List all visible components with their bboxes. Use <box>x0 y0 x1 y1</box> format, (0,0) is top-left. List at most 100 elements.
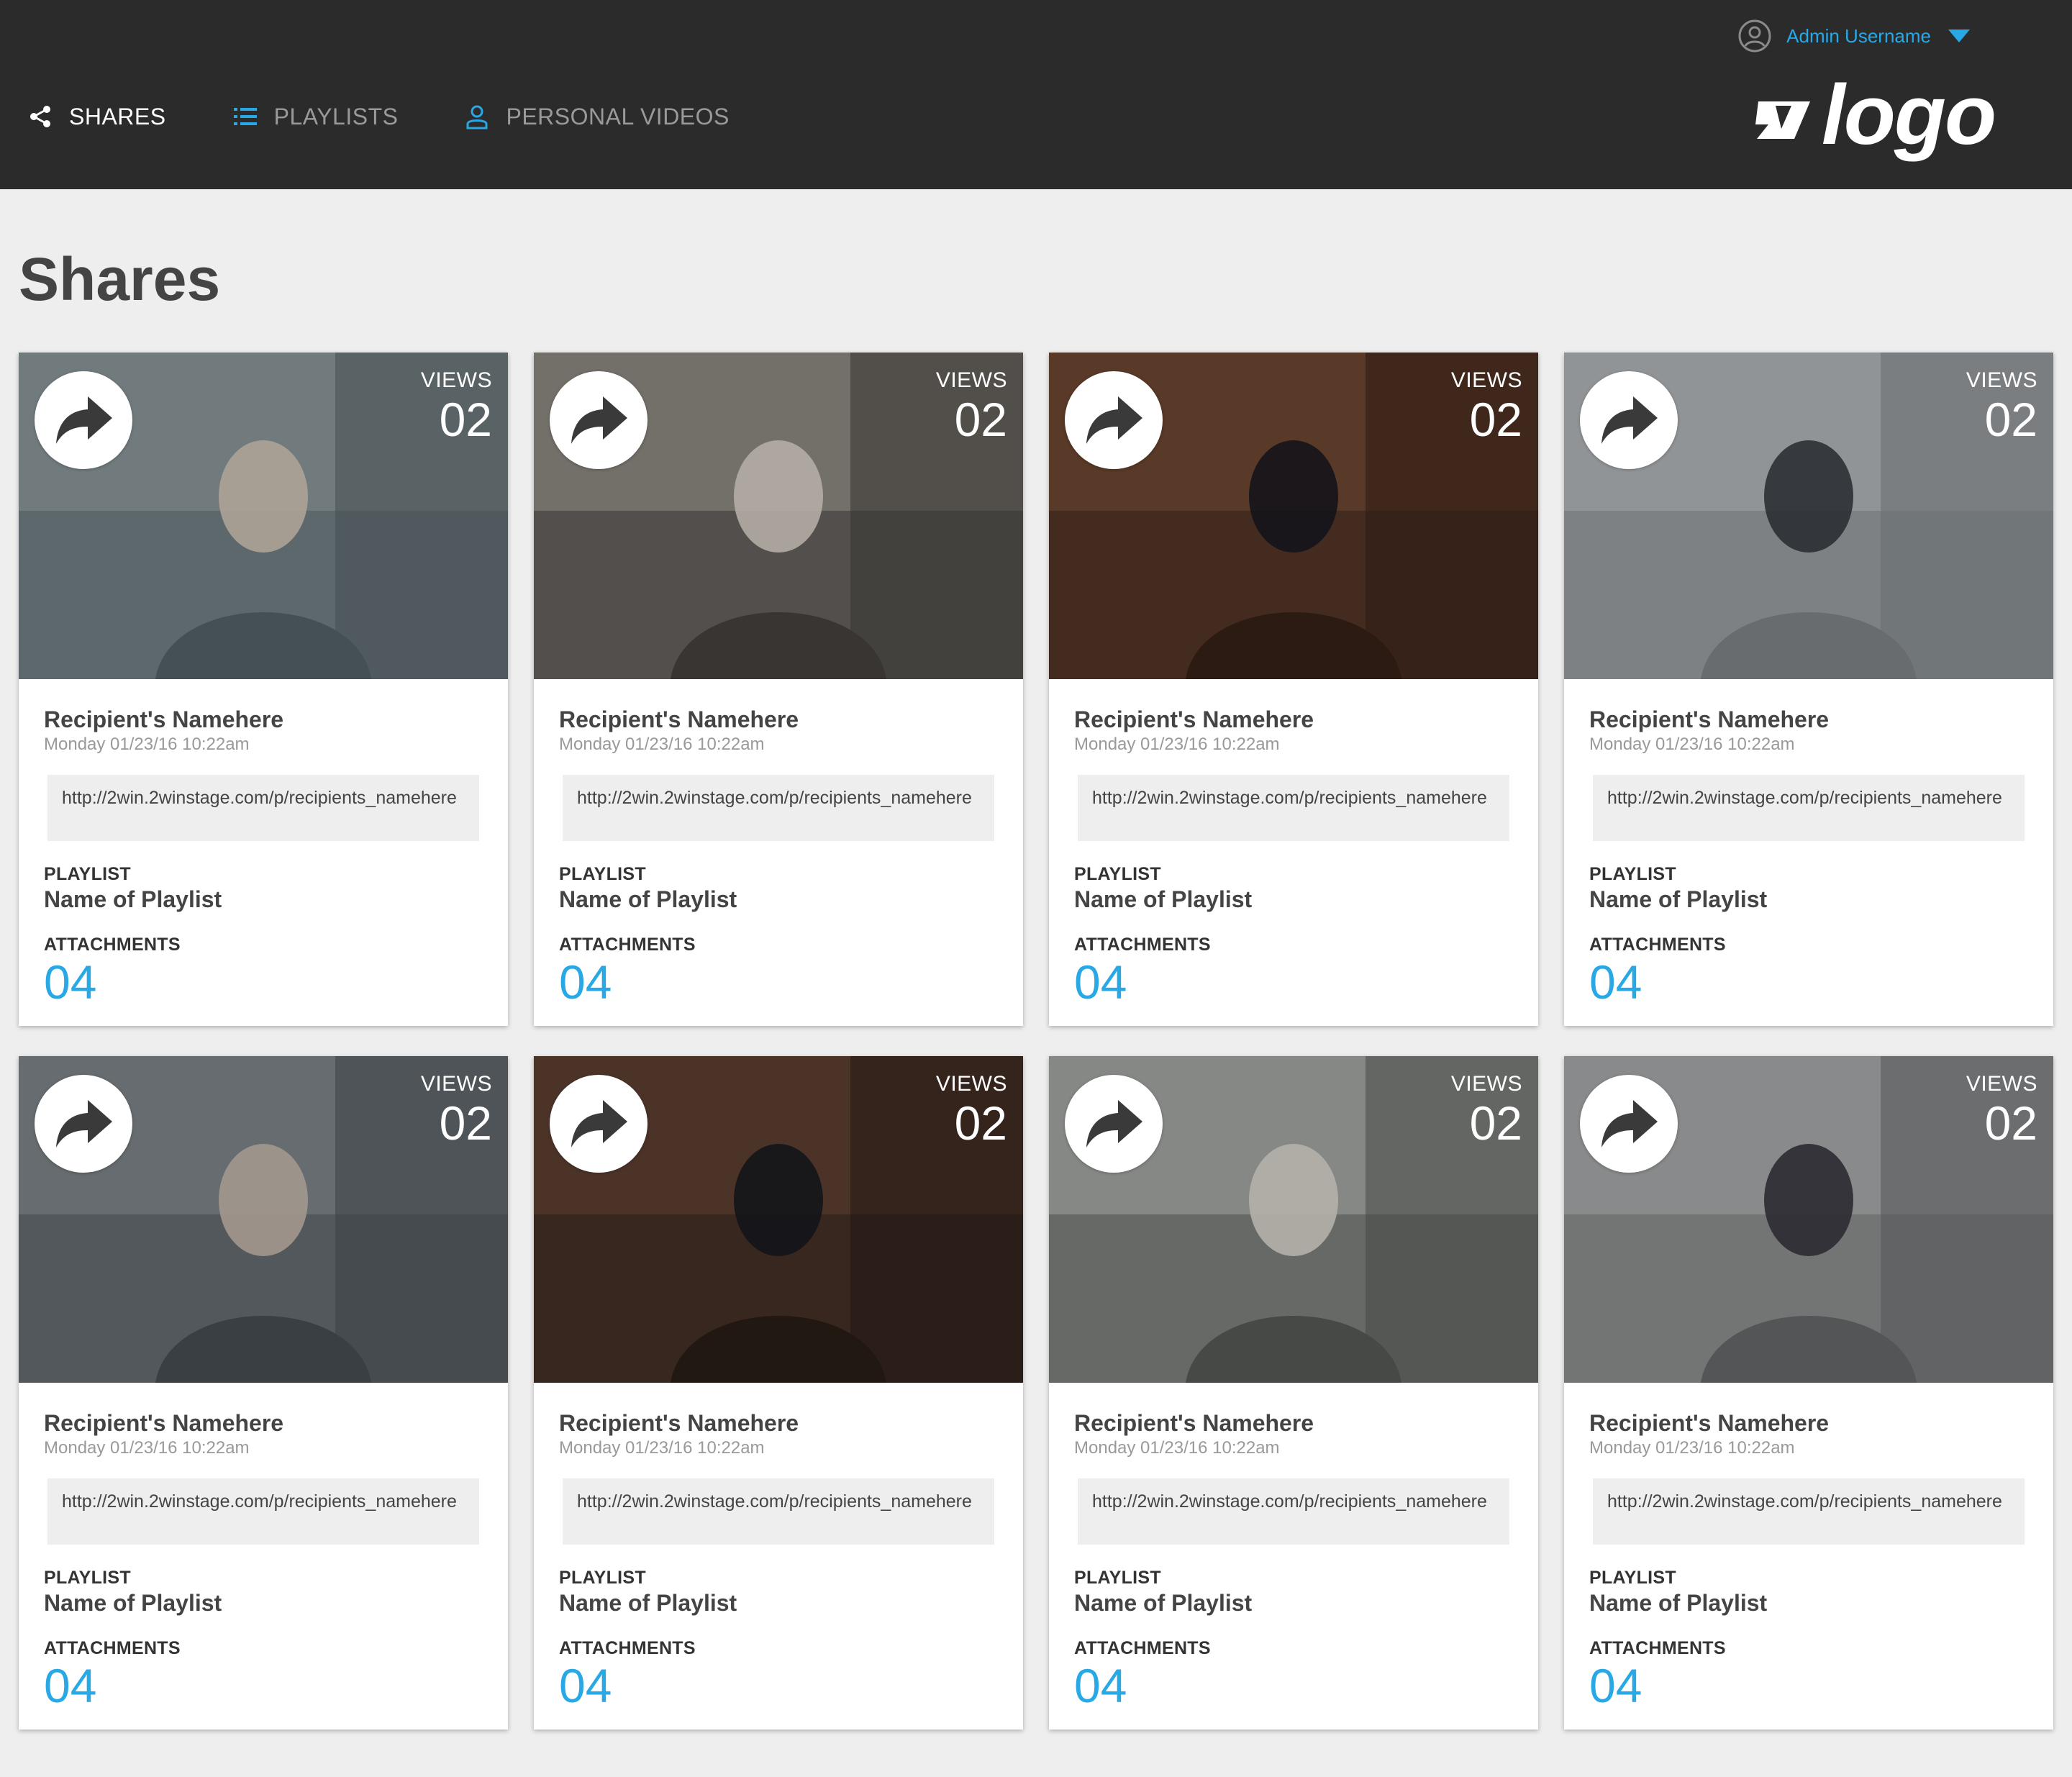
attachments-count[interactable]: 04 <box>1074 1662 1513 1709</box>
views-counter: VIEWS 02 <box>1451 1072 1522 1147</box>
attachments-count[interactable]: 04 <box>44 1662 483 1709</box>
playlist-name[interactable]: Name of Playlist <box>1589 1590 2028 1617</box>
share-button[interactable] <box>1580 1075 1678 1173</box>
share-link[interactable]: http://2win.2winstage.com/p/recipients_n… <box>47 1478 479 1545</box>
username-label[interactable]: Admin Username <box>1786 25 1931 47</box>
share-card-8[interactable]: VIEWS 02 Recipient's Namehere Monday 01/… <box>1564 1056 2053 1730</box>
share-button[interactable] <box>550 1075 648 1173</box>
share-link[interactable]: http://2win.2winstage.com/p/recipients_n… <box>1593 775 2025 841</box>
share-button[interactable] <box>550 371 648 469</box>
views-label: VIEWS <box>420 368 492 392</box>
share-card-2[interactable]: VIEWS 02 Recipient's Namehere Monday 01/… <box>534 353 1023 1026</box>
chevron-down-icon[interactable] <box>1948 29 1970 42</box>
share-card-1[interactable]: VIEWS 02 Recipient's Namehere Monday 01/… <box>19 353 508 1026</box>
user-menu[interactable]: Admin Username <box>1737 17 1970 55</box>
video-thumbnail[interactable]: VIEWS 02 <box>1049 353 1538 679</box>
attachments-count[interactable]: 04 <box>559 1662 998 1709</box>
person-icon <box>466 105 488 129</box>
playlist-name[interactable]: Name of Playlist <box>44 1590 483 1617</box>
share-arrow-icon <box>56 1100 112 1147</box>
logo-text: logo <box>1822 68 1996 163</box>
user-circle-icon <box>1738 19 1771 53</box>
views-count: 02 <box>1984 393 2037 446</box>
playlist-name[interactable]: Name of Playlist <box>1589 886 2028 913</box>
share-link[interactable]: http://2win.2winstage.com/p/recipients_n… <box>1593 1478 2025 1545</box>
shares-grid: VIEWS 02 Recipient's Namehere Monday 01/… <box>19 353 2053 1730</box>
views-count: 02 <box>1469 1096 1522 1150</box>
playlist-label: PLAYLIST <box>1589 864 1676 884</box>
share-date: Monday 01/23/16 10:22am <box>559 735 765 754</box>
share-card-7[interactable]: VIEWS 02 Recipient's Namehere Monday 01/… <box>1049 1056 1538 1730</box>
share-arrow-icon <box>571 396 627 444</box>
share-button[interactable] <box>35 1075 132 1173</box>
views-count: 02 <box>439 393 492 446</box>
share-arrow-icon <box>1086 1100 1142 1147</box>
share-card-5[interactable]: VIEWS 02 Recipient's Namehere Monday 01/… <box>19 1056 508 1730</box>
video-thumbnail[interactable]: VIEWS 02 <box>1564 1056 2053 1383</box>
views-count: 02 <box>954 1096 1007 1150</box>
share-arrow-icon <box>1086 396 1142 444</box>
share-button[interactable] <box>1065 1075 1163 1173</box>
share-link[interactable]: http://2win.2winstage.com/p/recipients_n… <box>563 775 994 841</box>
share-date: Monday 01/23/16 10:22am <box>559 1438 765 1458</box>
video-thumbnail[interactable]: VIEWS 02 <box>534 1056 1023 1383</box>
video-thumbnail[interactable]: VIEWS 02 <box>1049 1056 1538 1383</box>
views-label: VIEWS <box>420 1072 492 1096</box>
attachments-count[interactable]: 04 <box>1589 958 2028 1006</box>
share-arrow-icon <box>1601 396 1658 444</box>
share-date: Monday 01/23/16 10:22am <box>1074 1438 1280 1458</box>
playlist-label: PLAYLIST <box>44 1568 131 1588</box>
top-header: Admin Username SHARES PLAYLISTS PERSONAL… <box>0 0 2072 189</box>
share-arrow-icon <box>571 1100 627 1147</box>
video-thumbnail[interactable]: VIEWS 02 <box>19 353 508 679</box>
share-arrow-icon <box>1601 1100 1658 1147</box>
share-button[interactable] <box>35 371 132 469</box>
views-label: VIEWS <box>1966 1072 2037 1096</box>
nav-label-personal-videos: PERSONAL VIDEOS <box>506 103 730 129</box>
share-link[interactable]: http://2win.2winstage.com/p/recipients_n… <box>1078 775 1509 841</box>
nav-item-shares[interactable]: SHARES <box>27 104 166 130</box>
playlist-name[interactable]: Name of Playlist <box>559 1590 998 1617</box>
playlist-name[interactable]: Name of Playlist <box>44 886 483 913</box>
playlist-label: PLAYLIST <box>1074 864 1161 884</box>
video-thumbnail[interactable]: VIEWS 02 <box>1564 353 2053 679</box>
views-label: VIEWS <box>935 368 1007 392</box>
share-button[interactable] <box>1580 371 1678 469</box>
video-thumbnail[interactable]: VIEWS 02 <box>534 353 1023 679</box>
brand-logo[interactable]: logo <box>1754 73 1996 160</box>
playlist-name[interactable]: Name of Playlist <box>1074 886 1513 913</box>
nav-item-playlists[interactable]: PLAYLISTS <box>232 104 399 130</box>
playlist-name[interactable]: Name of Playlist <box>559 886 998 913</box>
nav-label-shares: SHARES <box>69 103 166 129</box>
attachments-count[interactable]: 04 <box>44 958 483 1006</box>
attachments-count[interactable]: 04 <box>1589 1662 2028 1709</box>
recipient-name: Recipient's Namehere <box>1589 1410 1830 1436</box>
playlist-label: PLAYLIST <box>44 864 131 884</box>
views-counter: VIEWS 02 <box>1451 368 1522 443</box>
share-button[interactable] <box>1065 371 1163 469</box>
attachments-count[interactable]: 04 <box>1074 958 1513 1006</box>
playlist-label: PLAYLIST <box>1589 1568 1676 1588</box>
views-label: VIEWS <box>935 1072 1007 1096</box>
recipient-name: Recipient's Namehere <box>1074 1410 1314 1436</box>
attachments-label: ATTACHMENTS <box>44 935 181 955</box>
attachments-label: ATTACHMENTS <box>559 935 696 955</box>
video-thumbnail[interactable]: VIEWS 02 <box>19 1056 508 1383</box>
playlist-name[interactable]: Name of Playlist <box>1074 1590 1513 1617</box>
share-date: Monday 01/23/16 10:22am <box>1589 1438 1795 1458</box>
page-title: Shares <box>19 245 221 313</box>
share-card-3[interactable]: VIEWS 02 Recipient's Namehere Monday 01/… <box>1049 353 1538 1026</box>
views-count: 02 <box>954 393 1007 446</box>
share-link[interactable]: http://2win.2winstage.com/p/recipients_n… <box>47 775 479 841</box>
views-count: 02 <box>439 1096 492 1150</box>
nav-item-personal-videos[interactable]: PERSONAL VIDEOS <box>464 104 729 130</box>
share-date: Monday 01/23/16 10:22am <box>1074 735 1280 754</box>
share-card-4[interactable]: VIEWS 02 Recipient's Namehere Monday 01/… <box>1564 353 2053 1026</box>
attachments-count[interactable]: 04 <box>559 958 998 1006</box>
share-card-6[interactable]: VIEWS 02 Recipient's Namehere Monday 01/… <box>534 1056 1023 1730</box>
views-label: VIEWS <box>1450 1072 1522 1096</box>
recipient-name: Recipient's Namehere <box>1589 706 1830 732</box>
share-link[interactable]: http://2win.2winstage.com/p/recipients_n… <box>1078 1478 1509 1545</box>
share-link[interactable]: http://2win.2winstage.com/p/recipients_n… <box>563 1478 994 1545</box>
views-counter: VIEWS 02 <box>421 1072 492 1147</box>
